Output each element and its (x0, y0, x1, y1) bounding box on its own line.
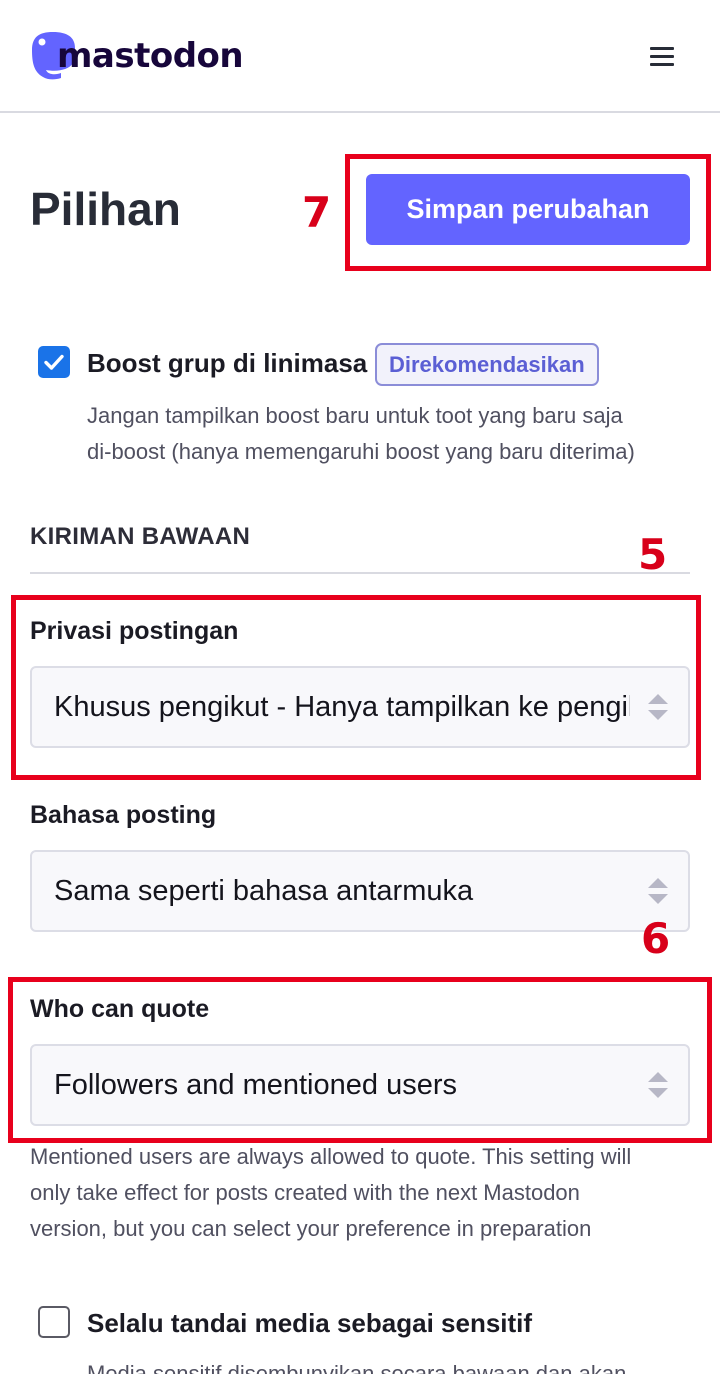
who-can-quote-value: Followers and mentioned users (54, 1069, 457, 1101)
annotation-number-7: 7 (302, 188, 332, 237)
who-can-quote-help-line1: Mentioned users are always allowed to qu… (30, 1144, 632, 1169)
post-privacy-value: Khusus pengikut - Hanya tampilkan ke pen… (54, 691, 630, 723)
section-title-default-posts: KIRIMAN BAWAAN (30, 523, 251, 550)
annotation-number-5: 5 (638, 530, 668, 579)
hamburger-menu-icon[interactable] (640, 40, 684, 72)
recommended-badge: Direkomendasikan (375, 343, 599, 386)
mastodon-logo[interactable]: mastodon (29, 30, 244, 82)
boost-group-hint-line1: Jangan tampilkan boost baru untuk toot y… (87, 403, 623, 428)
brand-wordmark: mastodon (57, 36, 244, 76)
top-bar: mastodon (0, 0, 720, 113)
post-language-label: Bahasa posting (30, 801, 217, 829)
select-arrows-icon (648, 1072, 668, 1098)
select-arrows-icon (648, 878, 668, 904)
boost-group-checkbox[interactable] (38, 346, 70, 378)
section-divider (30, 572, 690, 574)
post-privacy-label: Privasi postingan (30, 617, 239, 645)
who-can-quote-select[interactable]: Followers and mentioned users (30, 1044, 690, 1126)
page-title: Pilihan (30, 183, 181, 235)
annotation-number-6: 6 (641, 914, 671, 963)
mark-media-sensitive-hint: Media sensitif disembunyikan secara bawa… (87, 1361, 627, 1374)
select-arrows-icon (648, 694, 668, 720)
mark-media-sensitive-checkbox[interactable] (38, 1306, 70, 1338)
who-can-quote-help: Mentioned users are always allowed to qu… (30, 1139, 700, 1247)
annotation-box-save (345, 154, 711, 271)
post-privacy-select[interactable]: Khusus pengikut - Hanya tampilkan ke pen… (30, 666, 690, 748)
mark-media-sensitive-label[interactable]: Selalu tandai media sebagai sensitif (87, 1308, 532, 1339)
who-can-quote-help-line2: only take effect for posts created with … (30, 1180, 580, 1205)
who-can-quote-help-line3: version, but you can select your prefere… (30, 1216, 592, 1241)
boost-group-hint-line2: di-boost (hanya memengaruhi boost yang b… (87, 439, 635, 464)
checkmark-icon (44, 354, 64, 370)
boost-group-label[interactable]: Boost grup di linimasa (87, 348, 367, 379)
who-can-quote-label: Who can quote (30, 995, 210, 1023)
post-language-value: Sama seperti bahasa antarmuka (54, 875, 474, 907)
post-language-select[interactable]: Sama seperti bahasa antarmuka (30, 850, 690, 932)
